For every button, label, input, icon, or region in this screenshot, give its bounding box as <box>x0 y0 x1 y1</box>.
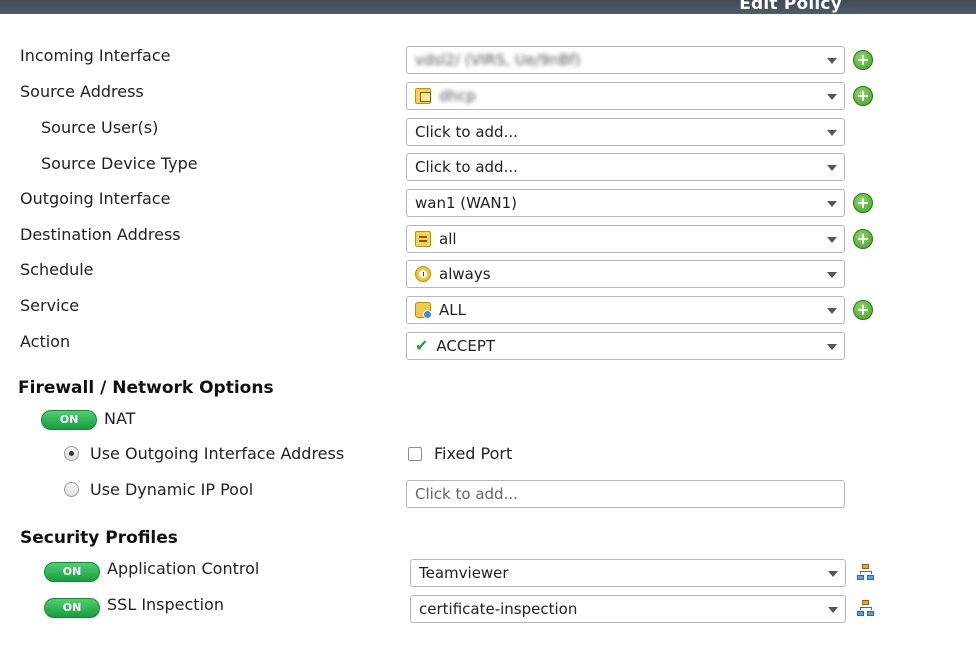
address-object-icon <box>415 88 431 104</box>
schedule-value: always <box>439 265 491 283</box>
add-outgoing-interface-button[interactable]: + <box>853 193 873 213</box>
add-source-address-button[interactable]: + <box>853 86 873 106</box>
outgoing-interface-select[interactable]: wan1 (WAN1) <box>406 189 845 217</box>
application-control-value: Teamviewer <box>419 564 509 582</box>
fixed-port-checkbox[interactable] <box>408 447 422 461</box>
fixed-port-label: Fixed Port <box>434 444 513 463</box>
use-outgoing-interface-label: Use Outgoing Interface Address <box>90 444 345 463</box>
source-address-label: Source Address <box>20 82 144 101</box>
chevron-down-icon <box>827 344 837 350</box>
address-object-icon <box>415 231 431 247</box>
application-control-toggle[interactable]: ON <box>44 562 100 582</box>
outgoing-interface-value: wan1 (WAN1) <box>415 194 518 212</box>
schedule-select[interactable]: always <box>406 260 845 288</box>
service-select[interactable]: ALL <box>406 296 845 324</box>
destination-address-label: Destination Address <box>20 225 181 244</box>
source-users-select[interactable]: Click to add... <box>406 118 845 146</box>
plus-icon: + <box>856 229 870 248</box>
source-device-type-select[interactable]: Click to add... <box>406 153 845 181</box>
add-destination-address-button[interactable]: + <box>853 229 873 249</box>
plus-icon: + <box>856 86 870 105</box>
use-dynamic-ip-pool-label: Use Dynamic IP Pool <box>90 480 254 499</box>
schedule-label: Schedule <box>20 260 94 279</box>
chevron-down-icon <box>827 94 837 100</box>
plus-icon: + <box>856 50 870 69</box>
incoming-interface-value: vdsl2/ (VIRS, Ue/9nBf) <box>415 51 581 69</box>
chevron-down-icon <box>827 237 837 243</box>
action-value: ACCEPT <box>436 337 496 355</box>
destination-address-value: all <box>439 230 457 248</box>
chevron-down-icon <box>828 571 838 577</box>
plus-icon: + <box>856 300 870 319</box>
source-address-value: dhcp <box>439 87 476 105</box>
destination-address-select[interactable]: all <box>406 225 845 253</box>
use-dynamic-ip-pool-radio[interactable] <box>64 482 79 497</box>
ssl-inspection-select[interactable]: certificate-inspection <box>410 595 846 623</box>
window-titlebar: Edit Policy <box>0 0 976 14</box>
ssl-inspection-label: SSL Inspection <box>107 595 224 614</box>
incoming-interface-label: Incoming Interface <box>20 46 171 65</box>
use-outgoing-interface-radio[interactable] <box>64 446 79 461</box>
action-label: Action <box>20 332 71 351</box>
nat-toggle[interactable]: ON <box>41 410 97 430</box>
chevron-down-icon <box>827 130 837 136</box>
dynamic-ip-pool-input[interactable]: Click to add... <box>406 480 845 508</box>
source-device-type-value: Click to add... <box>415 158 518 176</box>
source-users-label: Source User(s) <box>41 118 159 137</box>
chevron-down-icon <box>827 58 837 64</box>
outgoing-interface-label: Outgoing Interface <box>20 189 171 208</box>
security-profiles-title: Security Profiles <box>20 528 178 548</box>
service-label: Service <box>20 296 80 315</box>
plus-icon: + <box>856 193 870 212</box>
service-value: ALL <box>439 301 466 319</box>
application-control-label: Application Control <box>107 559 260 578</box>
ssl-inspection-toggle[interactable]: ON <box>44 598 100 618</box>
window-title: Edit Policy <box>739 0 842 14</box>
add-service-button[interactable]: + <box>853 300 873 320</box>
chevron-down-icon <box>827 308 837 314</box>
clock-icon <box>415 266 431 282</box>
service-icon <box>415 302 432 319</box>
action-select[interactable]: ✔ ACCEPT <box>406 332 845 360</box>
dynamic-ip-pool-placeholder: Click to add... <box>415 485 518 503</box>
chevron-down-icon <box>827 165 837 171</box>
source-device-type-label: Source Device Type <box>41 154 198 173</box>
nat-label: NAT <box>104 409 136 428</box>
source-address-select[interactable]: dhcp <box>406 82 845 110</box>
application-control-select[interactable]: Teamviewer <box>410 559 846 587</box>
checkmark-icon: ✔ <box>415 336 429 355</box>
add-incoming-interface-button[interactable]: + <box>853 50 873 70</box>
chevron-down-icon <box>827 201 837 207</box>
chevron-down-icon <box>827 272 837 278</box>
edit-ssl-inspection-profile-button[interactable] <box>856 599 876 619</box>
ssl-inspection-value: certificate-inspection <box>419 600 578 618</box>
source-users-value: Click to add... <box>415 123 518 141</box>
firewall-section-title: Firewall / Network Options <box>18 378 274 398</box>
edit-application-control-profile-button[interactable] <box>856 563 876 583</box>
incoming-interface-select[interactable]: vdsl2/ (VIRS, Ue/9nBf) <box>406 46 845 74</box>
chevron-down-icon <box>828 607 838 613</box>
